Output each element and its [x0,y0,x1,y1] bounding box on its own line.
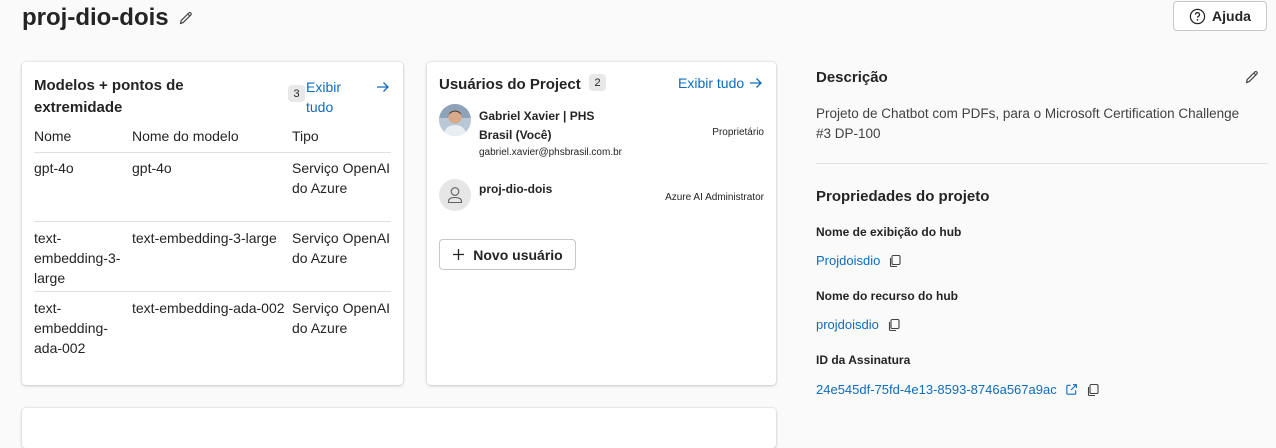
arrow-right-icon [377,82,389,92]
model-name-cell: text-embedding-3-large [132,230,277,246]
models-view-all-link[interactable]: Exibir tudo [306,77,392,117]
model-name-cell: text-embedding-ada-002 [132,300,285,316]
page-title: proj-dio-dois [22,4,169,31]
subscription-id-row: 24e545df-75fd-4e13-8593-8746a567a9ac [816,382,1100,397]
edit-title-icon[interactable] [178,10,194,26]
models-count-badge: 3 [288,85,305,102]
properties-heading: Propriedades do projeto [816,188,990,205]
model-type-cell: Serviço OpenAI do Azure [292,160,391,196]
lower-card [22,408,776,448]
users-card: Usuários do Project 2 Exibir tudo Gabrie… [427,62,776,385]
copy-icon[interactable] [888,254,902,268]
users-card-title: Usuários do Project [439,76,581,93]
help-label: Ajuda [1212,8,1251,24]
user-role: Proprietário [712,127,764,138]
user-role: Azure AI Administrator [665,192,764,203]
help-icon [1189,8,1206,24]
user-avatar-placeholder [439,179,471,211]
row-divider [34,221,391,222]
model-name-link-text-embedding-3-large[interactable]: text- embedding-3- large [34,228,120,288]
user-email: gabriel.xavier@phsbrasil.com.br [479,147,622,158]
hub-resource-name-row: projdoisdio [816,317,901,332]
subscription-id-label: ID da Assinatura [816,353,911,367]
row-divider [34,291,391,292]
subscription-id-link[interactable]: 24e545df-75fd-4e13-8593-8746a567a9ac [816,382,1057,397]
user-avatar-photo [439,104,471,136]
column-header-model: Nome do modelo [132,128,239,144]
header-divider [34,152,391,153]
column-header-name: Nome [34,128,72,144]
edit-description-icon[interactable] [1244,69,1260,90]
page-title-row: proj-dio-dois [22,4,194,32]
new-user-label: Novo usuário [473,246,563,263]
hub-display-name-row: Projdoisdio [816,253,902,268]
help-button[interactable]: Ajuda [1173,1,1267,31]
model-name-link-text-embedding-ada-002[interactable]: text- embedding- ada-002 [34,298,108,358]
models-card-title: Modelos + pontos de extremidade [34,77,184,116]
copy-icon[interactable] [1086,383,1100,397]
model-type-cell: Serviço OpenAI do Azure [292,300,391,336]
hub-resource-name-link[interactable]: projdoisdio [816,317,879,332]
hub-resource-name-label: Nome do recurso do hub [816,289,959,303]
hub-display-name-label: Nome de exibição do hub [816,225,962,239]
copy-icon[interactable] [887,318,901,332]
users-view-all-link[interactable]: Exibir tudo [678,75,763,91]
models-card: Modelos + pontos de extremidade 3 Exibir… [22,62,403,385]
model-name-link-gpt-4o[interactable]: gpt-4o [34,158,74,178]
hub-display-name-link[interactable]: Projdoisdio [816,253,880,268]
model-name-cell: gpt-4o [132,160,172,176]
user-name: proj-dio-dois [479,182,553,196]
column-header-type: Tipo [292,128,319,144]
new-user-button[interactable]: Novo usuário [439,239,576,270]
description-text: Projeto de Chatbot com PDFs, para o Micr… [816,106,1240,141]
person-icon [447,187,463,204]
description-heading: Descrição [816,69,888,86]
users-count-badge: 2 [589,74,606,91]
open-external-icon[interactable] [1065,383,1078,396]
model-type-cell: Serviço OpenAI do Azure [292,230,391,266]
arrow-right-icon [750,78,763,88]
description-divider [816,163,1268,164]
user-name: Gabriel Xavier | PHS Brasil (Você) [479,109,595,142]
plus-icon [453,249,465,260]
